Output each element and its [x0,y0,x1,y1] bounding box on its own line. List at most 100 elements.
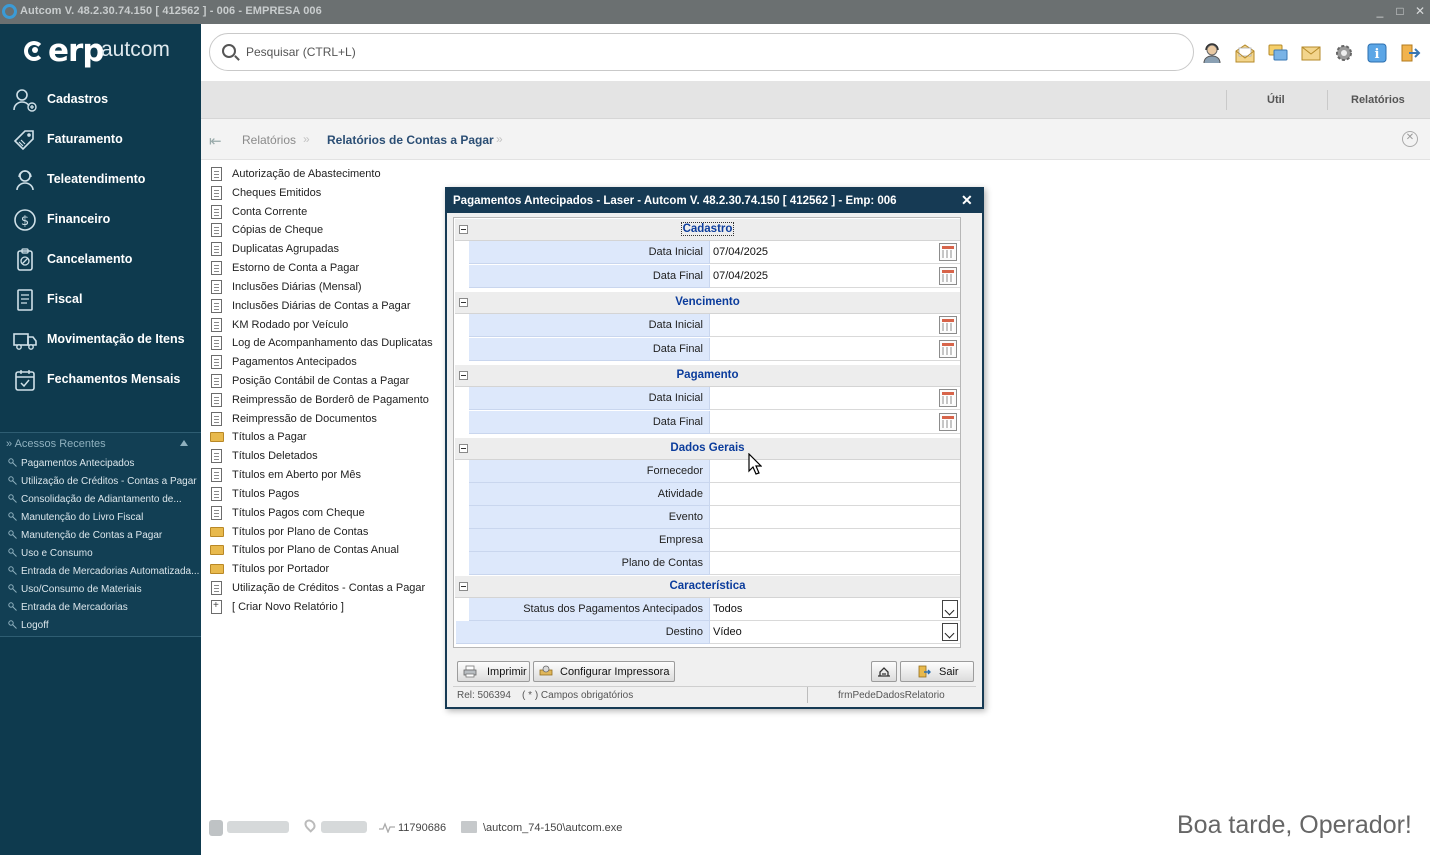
report-label: Reimpressão de Borderô de Pagamento [232,394,429,406]
envelope-icon[interactable] [1300,42,1322,64]
label-cell: Data Final [469,265,710,288]
sidebar-item-faturamento[interactable]: Faturamento [0,120,201,160]
report-item[interactable]: Duplicatas Agrupadas [210,241,450,259]
recent-item[interactable]: Manutenção de Contas a Pagar [8,530,162,541]
key-icon [8,512,17,521]
key-icon [8,548,17,557]
recent-item[interactable]: Consolidação de Adiantamento de... [8,494,182,505]
configurar-impressora-button[interactable]: Configurar Impressora [533,661,675,682]
sidebar-item-cadastros[interactable]: Cadastros [0,80,201,120]
dialog-close-button[interactable]: ✕ [961,192,973,209]
report-item[interactable]: KM Rodado por Veículo [210,317,450,335]
sair-button[interactable]: Sair [900,661,974,682]
sidebar-item-financeiro[interactable]: $ Financeiro [0,200,201,240]
sidebar-item-cancelamento[interactable]: Cancelamento [0,240,201,280]
info-icon[interactable]: i [1366,42,1388,64]
sidebar-item-teleatendimento[interactable]: Teleatendimento [0,160,201,200]
recent-access-title[interactable]: » Acessos Recentes [6,438,106,450]
evento-input[interactable] [710,506,960,529]
report-item[interactable]: Cheques Emitidos [210,185,450,203]
chevron-down-icon[interactable] [942,623,958,641]
create-new-report[interactable]: [ Criar Novo Relatório ] [210,599,450,617]
report-item[interactable]: Utilização de Créditos - Contas a Pagar [210,580,450,598]
calendar-icon[interactable] [939,267,957,285]
report-item[interactable]: Títulos em Aberto por Mês [210,467,450,485]
erp-autcom-logo: erp autcom [22,33,192,70]
report-label: Utilização de Créditos - Contas a Pagar [232,582,426,594]
calendar-icon[interactable] [939,243,957,261]
util-menu[interactable]: Útil [1267,94,1285,106]
report-document-icon [211,223,222,237]
report-item[interactable]: Inclusões Diárias (Mensal) [210,279,450,297]
minimize-button[interactable]: _ [1372,3,1388,19]
destino-select[interactable]: Vídeo [710,621,960,644]
report-folder[interactable]: Títulos por Plano de Contas Anual [210,542,450,560]
logo-dot [32,47,38,53]
back-arrow-icon[interactable]: ⇤ [209,132,222,150]
recent-item[interactable]: Entrada de Mercadorias Automatizada... [8,566,199,577]
imprimir-button[interactable]: Imprimir [457,661,530,682]
calendar-icon[interactable] [939,413,957,431]
maximize-button[interactable]: □ [1392,3,1408,19]
report-item[interactable]: Títulos Pagos [210,486,450,504]
report-item[interactable]: Pagamentos Antecipados [210,354,450,372]
report-item[interactable]: Cópias de Cheque [210,222,450,240]
vencimento-data-final-input[interactable] [710,338,960,361]
breadcrumb-relatorios[interactable]: Relatórios [242,133,296,147]
close-circle-icon[interactable]: ✕ [1402,131,1418,147]
chat-icon[interactable] [1267,42,1289,64]
vencimento-data-inicial-input[interactable] [710,314,960,337]
mail-open-icon[interactable] [1234,42,1256,64]
recent-item-logoff[interactable]: Logoff [8,620,49,631]
recent-item[interactable]: Utilização de Créditos - Contas a Pagar [8,476,197,487]
report-item[interactable]: Reimpressão de Borderô de Pagamento [210,392,450,410]
empresa-input[interactable] [710,529,960,552]
cadastro-data-inicial-input[interactable]: 07/04/2025 [710,241,960,264]
calendar-icon[interactable] [939,340,957,358]
report-item[interactable]: Autorização de Abastecimento [210,166,450,184]
recent-item[interactable]: Manutenção do Livro Fiscal [8,512,143,523]
collapse-arrow-icon[interactable] [180,440,188,446]
dialog-title-bar[interactable]: Pagamentos Antecipados - Laser - Autcom … [447,189,982,213]
settings-gear-icon[interactable] [1333,42,1355,64]
field-row-evento: Evento [455,506,960,529]
report-folder[interactable]: Títulos por Portador [210,561,450,579]
support-agent-icon[interactable] [1201,42,1223,64]
cadastro-data-final-input[interactable]: 07/04/2025 [710,265,960,288]
pagamento-data-inicial-input[interactable] [710,387,960,410]
field-label: Data Inicial [648,392,703,404]
recent-item[interactable]: Uso e Consumo [8,548,93,559]
sidebar-item-movimentacao-de-itens[interactable]: Movimentação de Itens [0,320,201,360]
relatorios-menu[interactable]: Relatórios [1351,94,1405,106]
report-item[interactable]: Conta Corrente [210,204,450,222]
report-item[interactable]: Reimpressão de Documentos [210,411,450,429]
recent-item[interactable]: Entrada de Mercadorias [8,602,128,613]
status-select[interactable]: Todos [710,598,960,621]
report-item[interactable]: Posição Contábil de Contas a Pagar [210,373,450,391]
report-item[interactable]: Inclusões Diárias de Contas a Pagar [210,298,450,316]
close-window-button[interactable]: ✕ [1412,3,1428,19]
report-item[interactable]: Log de Acompanhamento das Duplicatas [210,335,450,353]
lifebuoy-help-icon [878,667,890,677]
sidebar-item-fiscal[interactable]: Fiscal [0,280,201,320]
exit-icon[interactable] [1399,42,1421,64]
report-item[interactable]: Estorno de Conta a Pagar [210,260,450,278]
dialog-button-bar: Imprimir Configurar Impressora Sair [453,661,976,685]
report-folder[interactable]: Títulos a Pagar [210,429,450,447]
atividade-input[interactable] [710,483,960,506]
report-item[interactable]: Títulos Deletados [210,448,450,466]
field-row-atividade: Atividade [455,483,960,506]
pagamento-data-final-input[interactable] [710,411,960,434]
sidebar-item-fechamentos-mensais[interactable]: Fechamentos Mensais [0,360,201,400]
plano-de-contas-input[interactable] [710,552,960,575]
help-button[interactable] [871,661,897,682]
recent-item-label: Entrada de Mercadorias Automatizada... [21,566,200,577]
recent-item[interactable]: Uso/Consumo de Materiais [8,584,142,595]
report-folder[interactable]: Títulos por Plano de Contas [210,524,450,542]
recent-item[interactable]: Pagamentos Antecipados [8,458,134,469]
search-input[interactable] [246,43,1146,61]
report-item[interactable]: Títulos Pagos com Cheque [210,505,450,523]
calendar-icon[interactable] [939,316,957,334]
chevron-down-icon[interactable] [942,600,958,618]
calendar-icon[interactable] [939,389,957,407]
